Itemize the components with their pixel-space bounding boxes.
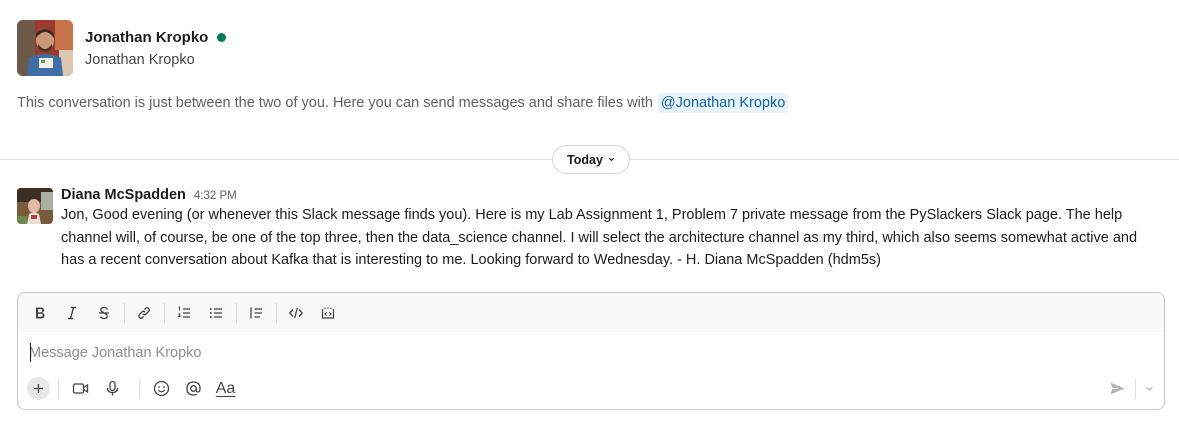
message-timestamp[interactable]: 4:32 PM [194,190,237,202]
italic-icon[interactable] [58,299,85,326]
profile-name[interactable]: Jonathan Kropko [85,29,208,46]
composer-actions: Aa [27,375,244,402]
profile-avatar[interactable] [17,20,73,76]
chevron-down-icon [608,157,615,162]
formatting-toolbar [18,293,1164,332]
message-item[interactable]: Diana McSpadden 4:32 PM Jon, Good evenin… [17,187,1167,272]
toolbar-separator [124,302,125,323]
profile-display-name: Jonathan Kropko [85,52,195,68]
presence-indicator [217,33,227,42]
bulleted-list-icon[interactable] [202,299,229,326]
send-controls [1104,377,1158,400]
message-composer: Aa [17,292,1165,410]
emoji-icon[interactable] [148,375,175,402]
chevron-down-icon[interactable] [1140,377,1158,400]
message-author[interactable]: Diana McSpadden [61,187,186,203]
strikethrough-icon[interactable] [90,299,117,326]
ordered-list-icon[interactable] [170,299,197,326]
code-icon[interactable] [282,299,309,326]
code-block-icon[interactable] [314,299,341,326]
conversation-header: Jonathan Kropko Jonathan Kropko [17,20,227,76]
date-divider-button[interactable]: Today [552,145,630,174]
text-caret [30,343,31,362]
message-avatar[interactable] [17,188,53,224]
blockquote-icon[interactable] [242,299,269,326]
text-format-icon[interactable]: Aa [212,375,239,402]
user-mention[interactable]: @Jonathan Kropko [657,93,789,113]
link-icon[interactable] [130,299,157,326]
toolbar-separator [58,378,59,399]
text-format-label: Aa [215,379,236,397]
toolbar-separator [276,302,277,323]
mention-icon[interactable] [180,375,207,402]
bold-icon[interactable] [26,299,53,326]
toolbar-separator [236,302,237,323]
message-text: Jon, Good evening (or whenever this Slac… [61,207,1138,268]
message-input[interactable] [29,342,1129,364]
microphone-icon[interactable] [99,375,126,402]
intro-text: This conversation is just between the tw… [17,95,653,111]
send-icon[interactable] [1104,377,1131,400]
video-icon[interactable] [67,375,94,402]
conversation-intro: This conversation is just between the tw… [17,93,789,113]
date-divider-label: Today [567,152,603,167]
toolbar-separator [139,378,140,399]
toolbar-separator [164,302,165,323]
plus-icon[interactable] [27,377,50,400]
toolbar-separator [1135,378,1136,399]
